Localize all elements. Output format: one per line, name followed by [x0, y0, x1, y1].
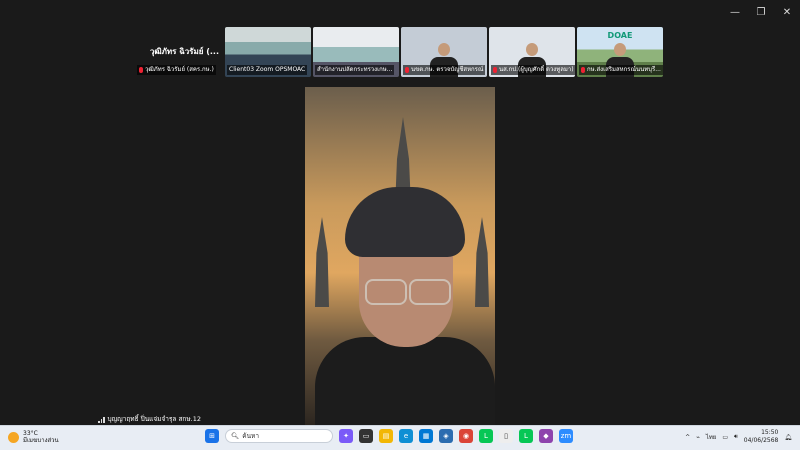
chrome-icon[interactable]: ◉ — [459, 429, 473, 443]
glasses — [363, 279, 451, 305]
weather-sun-icon — [8, 431, 19, 443]
participant-label: วุฒิภัทร ฉิวรัมย์ (สคร.กษ.) — [137, 65, 216, 75]
maximize-button[interactable]: ❐ — [748, 0, 774, 24]
mic-muted-icon — [405, 67, 409, 73]
participant-tile[interactable]: นส.กป.(ผู้บุญศักดิ์ ดวงทูลมา) — [489, 27, 575, 77]
signal-bars-icon — [98, 416, 105, 423]
weather-desc: มีเมฆบางส่วน — [23, 437, 59, 444]
temple-spire — [475, 217, 489, 307]
participant-label: สำนักงานปลัดกระทรวงเกษ... — [315, 65, 395, 75]
windows-start-icon[interactable]: ⊞ — [205, 429, 219, 443]
weather-temp: 33°C — [23, 430, 38, 437]
display-icon[interactable]: ▭ — [722, 434, 728, 441]
search-placeholder: ค้นหา — [242, 432, 259, 440]
participant-label: นส.กป.(ผู้บุญศักดิ์ ดวงทูลมา) — [491, 65, 575, 75]
participant-tile[interactable]: สำนักงานปลัดกระทรวงเกษ... — [313, 27, 399, 77]
minimize-button[interactable]: — — [722, 0, 748, 24]
zoom-icon[interactable]: zm — [559, 429, 573, 443]
speaker-icon[interactable]: 🔊︎ — [734, 433, 738, 441]
participant-tile[interactable]: วุฒิภัทร ฉิวรัมย์ (... วุฒิภัทร ฉิวรัมย์… — [135, 27, 223, 77]
taskbar-search[interactable]: 🔍︎ ค้นหา — [225, 429, 333, 443]
participant-tile[interactable]: DOAE กษ.ส่งเสริมสหกรณ์นนทบุรี... — [577, 27, 663, 77]
line-icon[interactable]: L — [479, 429, 493, 443]
close-button[interactable]: ✕ — [774, 0, 800, 24]
participant-label: กษ.ส่งเสริมสหกรณ์นนทบุรี... — [579, 65, 663, 75]
chevron-up-icon[interactable]: ^ — [685, 434, 690, 441]
mic-muted-icon — [493, 67, 497, 73]
speaker-figure — [315, 187, 495, 425]
taskbar: 33°C มีเมฆบางส่วน ⊞ 🔍︎ ค้นหา ✦ ▭ ▤ e ▦ ◈ ◉… — [0, 425, 800, 450]
mic-muted-icon — [139, 67, 143, 73]
visual-studio-icon[interactable]: ◆ — [539, 429, 553, 443]
store-icon[interactable]: ▦ — [419, 429, 433, 443]
participant-label: นขต.กษ. ตรวจบัญชีสหกรณ์ — [403, 65, 486, 75]
self-view-label: บุญญาฤทธิ์ ปิ่นแจ่มจำรุล สกษ.12 — [98, 414, 201, 424]
search-icon: 🔍︎ — [231, 432, 240, 440]
vpn-icon[interactable]: ◈ — [439, 429, 453, 443]
participant-tile[interactable]: นขต.กษ. ตรวจบัญชีสหกรณ์ — [401, 27, 487, 77]
line-app-icon[interactable]: L — [519, 429, 533, 443]
system-tray: ^ ⌁ ไทย ▭ 🔊︎ 15:50 04/06/2568 🔔︎ — [685, 429, 792, 445]
weather-widget[interactable]: 33°C มีเมฆบางส่วน — [8, 430, 59, 444]
participant-label: Client03 Zoom OPSMOAC — [227, 65, 308, 75]
window-controls: — ❐ ✕ — [722, 0, 800, 24]
clock[interactable]: 15:50 04/06/2568 — [744, 429, 779, 445]
mic-muted-icon — [581, 67, 585, 73]
active-speaker-video[interactable] — [305, 87, 495, 425]
language-indicator[interactable]: ไทย — [706, 432, 717, 442]
temple-spire — [315, 217, 329, 307]
participant-gallery: วุฒิภัทร ฉิวรัมย์ (... วุฒิภัทร ฉิวรัมย์… — [135, 27, 663, 77]
network-icon[interactable]: ⌁ — [696, 434, 700, 441]
task-view-icon[interactable]: ▭ — [359, 429, 373, 443]
taskbar-apps: ⊞ 🔍︎ ค้นหา ✦ ▭ ▤ e ▦ ◈ ◉ L ▯ L ◆ zm — [205, 429, 573, 443]
participant-big-name: วุฒิภัทร ฉิวรัมย์ (... — [149, 47, 219, 56]
edge-icon[interactable]: e — [399, 429, 413, 443]
notification-bell-icon[interactable]: 🔔︎ — [784, 434, 792, 441]
doae-logo: DOAE — [607, 31, 633, 40]
copilot-icon[interactable]: ✦ — [339, 429, 353, 443]
file-explorer-icon[interactable]: ▤ — [379, 429, 393, 443]
participant-tile[interactable]: Client03 Zoom OPSMOAC — [225, 27, 311, 77]
speaker-name: บุญญาฤทธิ์ ปิ่นแจ่มจำรุล สกษ.12 — [107, 415, 201, 423]
document-icon[interactable]: ▯ — [499, 429, 513, 443]
